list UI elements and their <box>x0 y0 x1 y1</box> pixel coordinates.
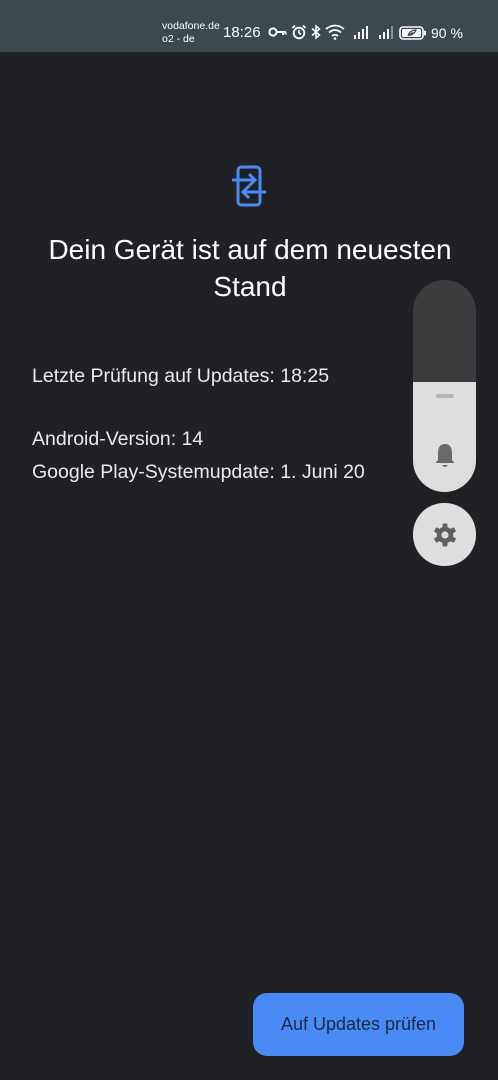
page-title: Dein Gerät ist auf dem neuesten Stand <box>48 234 452 302</box>
alarm-icon <box>291 24 307 40</box>
volume-slider[interactable] <box>413 280 476 492</box>
volume-settings-button[interactable] <box>413 503 476 566</box>
check-updates-button[interactable]: Auf Updates prüfen <box>253 993 464 1056</box>
gear-icon <box>434 523 456 547</box>
android-version-text: Android-Version: 14 <box>32 428 204 450</box>
carrier-names: vodafone.de o2 - de <box>162 20 220 46</box>
bluetooth-icon <box>311 24 321 40</box>
battery-icon <box>399 26 426 40</box>
wifi-icon <box>325 24 345 40</box>
status-clock: 18:26 <box>223 24 261 41</box>
carrier-2: o2 - de <box>162 33 195 45</box>
bell-icon[interactable] <box>433 442 457 470</box>
signal-icon <box>354 26 368 39</box>
key-icon <box>268 27 287 37</box>
volume-slider-handle[interactable] <box>436 394 454 398</box>
system-update-icon <box>232 165 266 207</box>
signal-icon <box>379 26 393 39</box>
last-check-text: Letzte Prüfung auf Updates: 18:25 <box>32 365 330 387</box>
play-system-update-text: Google Play-Systemupdate: 1. Juni 20 <box>32 461 365 483</box>
battery-percentage: 90 % <box>431 25 463 41</box>
volume-level-fill <box>413 382 476 492</box>
carrier-1: vodafone.de <box>162 20 220 32</box>
status-bar: vodafone.de o2 - de 18:26 90 % <box>0 0 498 52</box>
